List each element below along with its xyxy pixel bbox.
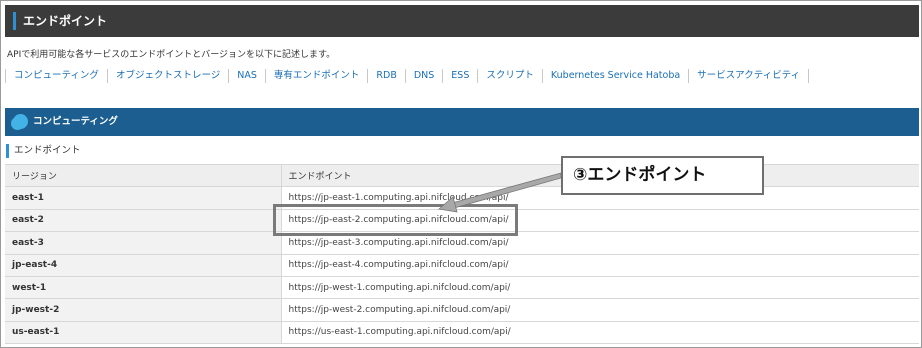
column-header-region: リージョン — [5, 163, 282, 187]
service-nav: コンピューティング オブジェクトストレージ NAS 専有エンドポイント RDB … — [5, 69, 810, 83]
nav-link-computing[interactable]: コンピューティング — [5, 69, 107, 83]
nav-link-script[interactable]: スクリプト — [477, 69, 542, 83]
endpoint-cell: https://jp-east-4.computing.api.nifcloud… — [281, 253, 919, 277]
table-row: jp-east-4 https://jp-east-4.computing.ap… — [5, 253, 919, 277]
header-accent-bar — [13, 12, 16, 30]
region-cell: west-1 — [5, 275, 282, 299]
region-cell: east-2 — [5, 208, 282, 232]
region-cell: east-3 — [5, 231, 282, 255]
highlight-box — [273, 204, 518, 236]
endpoint-cell: https://us-east-1.computing.api.nifcloud… — [281, 320, 919, 345]
endpoint-table: リージョン エンドポイント east-1 https://jp-east-1.c… — [5, 163, 919, 345]
cloud-icon — [13, 114, 28, 129]
region-cell: jp-east-4 — [5, 253, 282, 277]
table-row: west-1 https://jp-west-1.computing.api.n… — [5, 275, 919, 299]
table-header-row: リージョン エンドポイント — [5, 163, 919, 187]
endpoint-cell: https://jp-west-1.computing.api.nifcloud… — [281, 275, 919, 299]
table-row: jp-west-2 https://jp-west-2.computing.ap… — [5, 298, 919, 322]
table-row: us-east-1 https://us-east-1.computing.ap… — [5, 320, 919, 345]
nav-link-service-activity[interactable]: サービスアクティビティ — [688, 69, 810, 83]
nav-link-dns[interactable]: DNS — [404, 69, 442, 83]
nav-link-kubernetes-hatoba[interactable]: Kubernetes Service Hatoba — [541, 69, 688, 83]
nav-link-object-storage[interactable]: オブジェクトストレージ — [106, 69, 228, 83]
region-cell: jp-west-2 — [5, 298, 282, 322]
page-header: エンドポイント — [5, 5, 919, 37]
section-title: コンピューティング — [33, 116, 118, 127]
nav-link-rdb[interactable]: RDB — [367, 69, 404, 83]
region-cell: east-1 — [5, 186, 282, 210]
nav-link-dedicated-endpoint[interactable]: 専有エンドポイント — [264, 69, 368, 83]
region-cell: us-east-1 — [5, 320, 282, 345]
page-frame: エンドポイント APIで利用可能な各サービスのエンドポイントとバージョンを以下に… — [0, 0, 922, 348]
nav-link-ess[interactable]: ESS — [442, 69, 477, 83]
endpoint-subheading: エンドポイント — [6, 144, 81, 158]
intro-text: APIで利用可能な各サービスのエンドポイントとバージョンを以下に記述します。 — [7, 50, 336, 60]
section-header: コンピューティング — [5, 108, 919, 136]
annotation-callout: ③エンドポイント — [561, 156, 764, 195]
nav-link-nas[interactable]: NAS — [228, 69, 265, 83]
endpoint-cell: https://jp-west-2.computing.api.nifcloud… — [281, 298, 919, 322]
page-title: エンドポイント — [23, 14, 108, 28]
